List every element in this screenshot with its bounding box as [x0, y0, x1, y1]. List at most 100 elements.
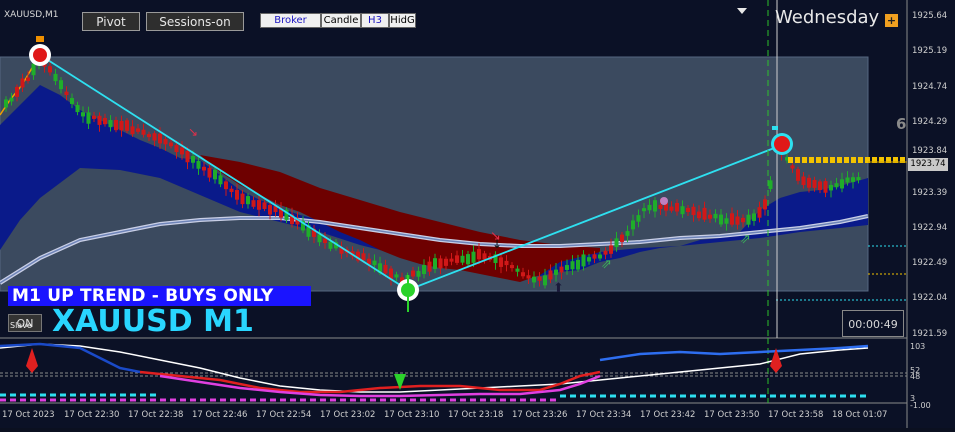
candle-body	[262, 202, 267, 209]
candle-body	[631, 220, 635, 230]
candle-body	[9, 97, 14, 102]
candle-body	[361, 253, 366, 261]
candle-body	[735, 216, 740, 225]
plus-icon[interactable]: +	[885, 14, 898, 27]
price-tick: 1925.64	[912, 11, 948, 21]
current-price-tag: 1923.74	[908, 158, 948, 171]
candle-body	[790, 165, 795, 169]
candle-body	[614, 238, 619, 248]
candle-body	[482, 253, 487, 260]
candle-body	[537, 276, 542, 281]
candle-body	[141, 129, 146, 135]
candle-body	[86, 112, 91, 124]
time-tick: 17 Oct 22:30	[64, 410, 120, 420]
candle-body	[246, 196, 250, 205]
candle-body	[609, 245, 613, 254]
big-symbol-label: XAUUSD M1	[52, 304, 254, 339]
svg-text:⬆: ⬆	[553, 281, 564, 296]
indicator-tick: 103	[910, 342, 926, 351]
candle-body	[257, 200, 261, 210]
candle-body	[202, 166, 206, 171]
candle-body	[97, 115, 102, 125]
price-tick: 1921.59	[912, 329, 948, 339]
time-tick: 17 Oct 23:26	[512, 410, 568, 420]
candle-body	[394, 274, 399, 278]
candle-body	[433, 258, 437, 269]
candle-body	[455, 255, 459, 263]
candle-body	[180, 147, 184, 155]
candle-body	[829, 184, 833, 191]
candle-body	[328, 241, 333, 249]
top-marker	[29, 36, 51, 66]
candle-body	[543, 275, 547, 286]
price-tick: 1924.29	[912, 117, 948, 127]
candle-body	[213, 169, 217, 180]
candle-body	[26, 77, 30, 81]
price-tick: 1923.39	[912, 188, 948, 198]
candle-body	[752, 213, 756, 221]
candle-body	[702, 207, 707, 220]
candle-body	[680, 206, 685, 215]
pivot-button[interactable]: Pivot	[82, 12, 140, 31]
day-label: Wednesday	[775, 7, 880, 28]
candle-body	[746, 214, 751, 225]
time-tick: 17 Oct 22:46	[192, 410, 248, 420]
price-tick: 1922.04	[912, 293, 948, 303]
candle-body	[119, 120, 124, 131]
price-tick: 1924.74	[912, 82, 948, 92]
sessions-button[interactable]: Sessions-on	[146, 12, 244, 31]
candle-body	[675, 202, 679, 212]
candle-body	[647, 204, 652, 211]
candle-body	[158, 133, 162, 144]
candle-body	[697, 211, 701, 219]
candle-body	[796, 169, 800, 181]
hidg-pill[interactable]: HidG	[389, 13, 416, 28]
candle-body	[515, 268, 520, 272]
candle-body	[103, 117, 107, 125]
candle-body	[713, 213, 718, 219]
time-tick: 17 Oct 23:34	[576, 410, 632, 420]
candle-pill[interactable]: Candle	[321, 13, 361, 28]
candle-body	[603, 250, 608, 255]
candle-body	[438, 258, 443, 269]
svg-text:⇗: ⇗	[740, 232, 751, 247]
candle-body	[460, 255, 465, 263]
time-tick: 18 Oct 01:07	[832, 410, 888, 420]
candle-body	[207, 167, 212, 178]
price-chart[interactable]: ↘ ↘ ↓ ⬆ ⇗ ⇗ XAUUSD,M1 Pivot Sessions-on	[0, 0, 955, 428]
candle-body	[807, 177, 811, 188]
candle-body	[81, 112, 85, 117]
candle-body	[719, 214, 723, 225]
candle-body	[801, 176, 806, 186]
candle-body	[372, 260, 377, 266]
candle-body	[554, 269, 558, 275]
candle-body	[174, 145, 179, 153]
h3-pill[interactable]: H3	[361, 13, 389, 28]
time-tick: 17 Oct 23:10	[384, 410, 440, 420]
svg-text:↓: ↓	[492, 237, 502, 251]
candle-body	[570, 261, 575, 270]
trend-banner: M1 UP TREND - BUYS ONLY	[8, 286, 311, 306]
candle-body	[444, 258, 448, 266]
candle-body	[642, 208, 646, 212]
chart-canvas: ↘ ↘ ↓ ⬆ ⇗ ⇗	[0, 0, 908, 428]
slave-label: Slave	[10, 321, 32, 330]
candle-body	[856, 177, 861, 181]
time-tick: 17 Oct 22:54	[256, 410, 312, 420]
candle-body	[812, 179, 817, 188]
candle-body	[757, 207, 762, 218]
candle-body	[185, 151, 190, 163]
dropdown-triangle-icon[interactable]	[737, 8, 747, 15]
candle-body	[449, 258, 454, 262]
candle-body	[59, 80, 63, 90]
candle-body	[851, 177, 855, 182]
candle-body	[411, 270, 415, 277]
candle-body	[416, 270, 421, 277]
broker-pill[interactable]: Broker	[260, 13, 321, 28]
price-tick: 1922.94	[912, 223, 948, 233]
candle-body	[152, 133, 157, 141]
candle-body	[499, 257, 503, 267]
svg-text:⇗: ⇗	[601, 257, 612, 272]
indicator-pane	[0, 342, 907, 402]
candle-body	[823, 181, 828, 193]
